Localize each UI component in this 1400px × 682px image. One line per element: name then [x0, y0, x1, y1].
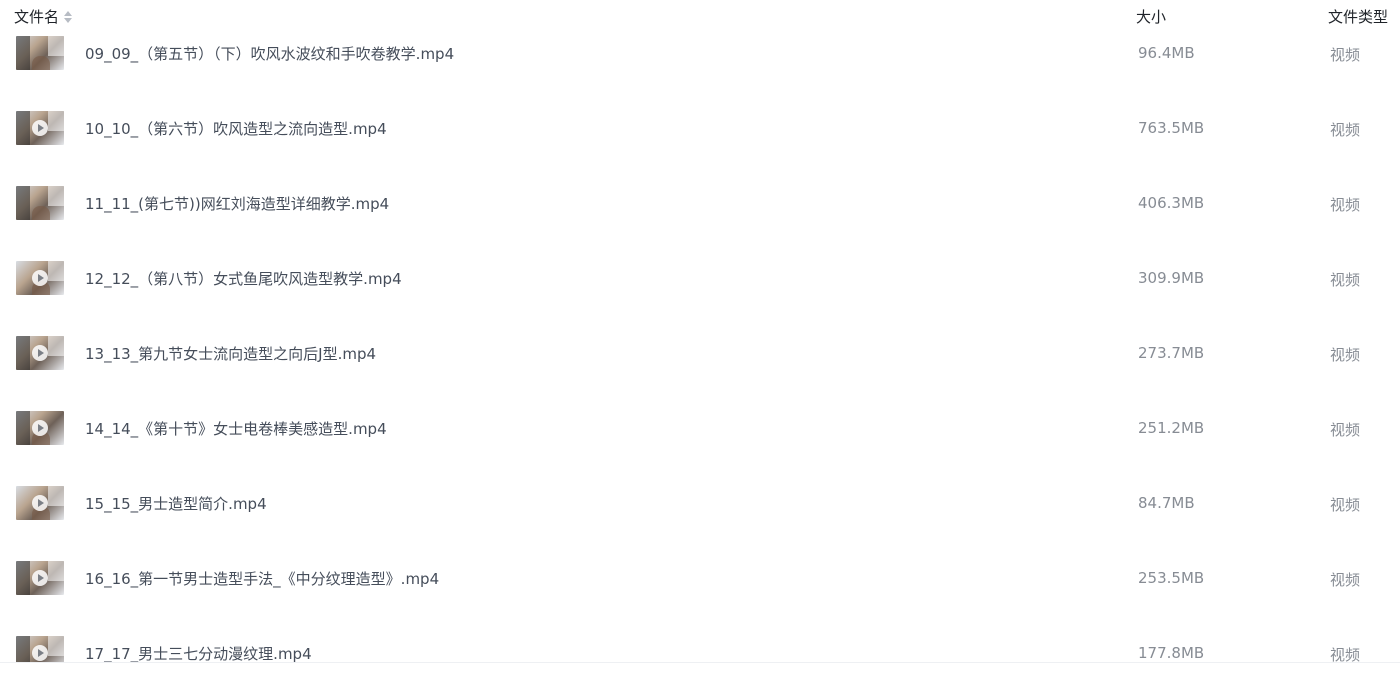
file-type: 视频 — [1330, 121, 1361, 139]
video-thumbnail[interactable] — [16, 186, 64, 220]
thumbnail-shade — [16, 36, 30, 70]
thumbnail-shade — [32, 56, 50, 70]
video-thumbnail[interactable] — [16, 261, 64, 295]
file-type: 视频 — [1330, 421, 1361, 439]
file-row[interactable]: 17_17_男士三七分动漫纹理.mp4 177.8MB 视频 — [0, 615, 1400, 662]
thumbnail-shade — [48, 486, 64, 506]
video-thumbnail[interactable] — [16, 36, 64, 70]
play-icon — [32, 645, 48, 661]
file-type: 视频 — [1330, 46, 1361, 64]
column-header-size[interactable]: 大小 — [1136, 6, 1166, 27]
file-type: 视频 — [1330, 571, 1361, 589]
column-header-type[interactable]: 文件类型 — [1328, 6, 1388, 27]
thumbnail-shade — [48, 111, 64, 131]
thumbnail-shade — [48, 186, 64, 206]
file-name[interactable]: 11_11_(第七节))网红刘海造型详细教学.mp4 — [85, 193, 389, 214]
file-size: 177.8MB — [1138, 644, 1205, 662]
thumbnail-shade — [48, 561, 64, 581]
video-thumbnail[interactable] — [16, 486, 64, 520]
file-row[interactable]: 15_15_男士造型简介.mp4 84.7MB 视频 — [0, 465, 1400, 540]
thumbnail-shade — [16, 636, 30, 662]
file-name[interactable]: 16_16_第一节男士造型手法_《中分纹理造型》.mp4 — [85, 568, 439, 589]
file-name[interactable]: 14_14_《第十节》女士电卷棒美感造型.mp4 — [85, 418, 387, 439]
thumbnail-shade — [16, 561, 30, 595]
column-header-name[interactable]: 文件名 — [14, 6, 73, 27]
thumbnail-shade — [48, 636, 64, 656]
thumbnail-shade — [48, 336, 64, 356]
file-name[interactable]: 10_10_（第六节）吹风造型之流向造型.mp4 — [85, 118, 387, 139]
file-name[interactable]: 17_17_男士三七分动漫纹理.mp4 — [85, 643, 312, 662]
thumbnail-shade — [32, 206, 50, 220]
column-header-name-label: 文件名 — [14, 8, 60, 26]
video-thumbnail[interactable] — [16, 411, 64, 445]
file-type: 视频 — [1330, 271, 1361, 289]
list-footer — [0, 662, 1400, 682]
thumbnail-shade — [48, 36, 64, 56]
file-name[interactable]: 13_13_第九节女士流向造型之向后J型.mp4 — [85, 343, 376, 364]
file-list: 09_09_（第五节）（下）吹风水波纹和手吹卷教学.mp4 96.4MB 视频 … — [0, 0, 1400, 662]
file-name[interactable]: 12_12_（第八节）女式鱼尾吹风造型教学.mp4 — [85, 268, 402, 289]
file-row[interactable]: 11_11_(第七节))网红刘海造型详细教学.mp4 406.3MB 视频 — [0, 165, 1400, 240]
file-name[interactable]: 09_09_（第五节）（下）吹风水波纹和手吹卷教学.mp4 — [85, 43, 454, 64]
play-icon — [32, 345, 48, 361]
thumbnail-shade — [16, 111, 30, 145]
play-icon — [32, 570, 48, 586]
file-size: 96.4MB — [1138, 44, 1195, 62]
file-row[interactable]: 13_13_第九节女士流向造型之向后J型.mp4 273.7MB 视频 — [0, 315, 1400, 390]
file-size: 406.3MB — [1138, 194, 1205, 212]
file-row[interactable]: 16_16_第一节男士造型手法_《中分纹理造型》.mp4 253.5MB 视频 — [0, 540, 1400, 615]
file-type: 视频 — [1330, 346, 1361, 364]
file-size: 253.5MB — [1138, 569, 1205, 587]
file-type: 视频 — [1330, 646, 1361, 662]
thumbnail-shade — [16, 336, 30, 370]
list-header: 文件名 大小 文件类型 — [0, 0, 1400, 32]
thumbnail-shade — [16, 186, 30, 220]
play-icon — [32, 270, 48, 286]
play-icon — [32, 495, 48, 511]
file-type: 视频 — [1330, 496, 1361, 514]
file-row[interactable]: 10_10_（第六节）吹风造型之流向造型.mp4 763.5MB 视频 — [0, 90, 1400, 165]
sort-icon[interactable] — [64, 10, 73, 24]
file-size: 84.7MB — [1138, 494, 1195, 512]
file-size: 251.2MB — [1138, 419, 1205, 437]
thumbnail-shade — [16, 411, 30, 445]
file-row[interactable]: 14_14_《第十节》女士电卷棒美感造型.mp4 251.2MB 视频 — [0, 390, 1400, 465]
file-size: 309.9MB — [1138, 269, 1205, 287]
file-type: 视频 — [1330, 196, 1361, 214]
video-thumbnail[interactable] — [16, 336, 64, 370]
play-icon — [32, 120, 48, 136]
video-thumbnail[interactable] — [16, 561, 64, 595]
thumbnail-shade — [48, 261, 64, 281]
video-thumbnail[interactable] — [16, 111, 64, 145]
video-thumbnail[interactable] — [16, 636, 64, 662]
file-size: 273.7MB — [1138, 344, 1205, 362]
file-row[interactable]: 12_12_（第八节）女式鱼尾吹风造型教学.mp4 309.9MB 视频 — [0, 240, 1400, 315]
file-name[interactable]: 15_15_男士造型简介.mp4 — [85, 493, 267, 514]
play-icon — [32, 420, 48, 436]
file-size: 763.5MB — [1138, 119, 1205, 137]
